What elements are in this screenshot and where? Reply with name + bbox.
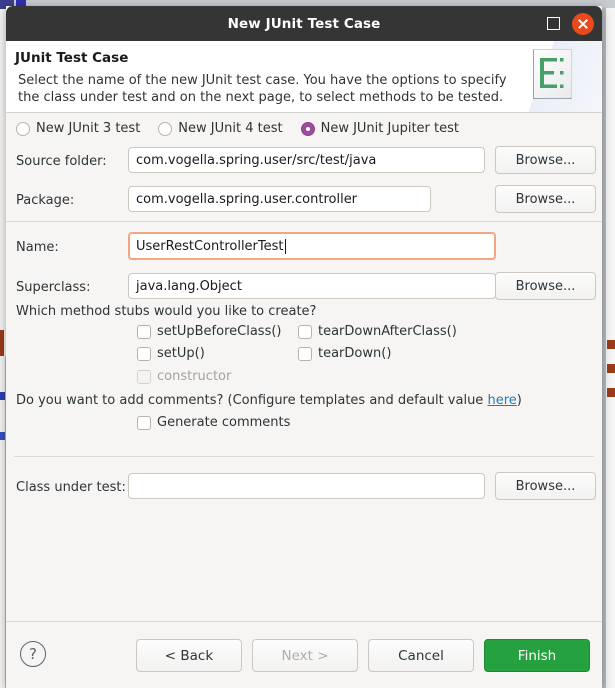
radio-junit-jupiter-indicator bbox=[300, 121, 315, 136]
radio-junit-jupiter[interactable]: New JUnit Jupiter test bbox=[300, 121, 459, 136]
source-folder-input[interactable]: com.vogella.spring.user/src/test/java bbox=[128, 147, 485, 173]
name-input-value: UserRestControllerTest bbox=[136, 238, 284, 254]
radio-junit4[interactable]: New JUnit 4 test bbox=[158, 121, 283, 136]
method-stubs-question: Which method stubs would you like to cre… bbox=[16, 304, 317, 319]
checkbox-generate-comments-box bbox=[137, 415, 151, 430]
dialog-titlebar: New JUnit Test Case bbox=[6, 6, 602, 41]
checkbox-teardownafterclass-box bbox=[298, 324, 312, 339]
cancel-button[interactable]: Cancel bbox=[368, 639, 474, 672]
separator-above-name bbox=[6, 221, 602, 222]
package-label: Package: bbox=[16, 193, 75, 208]
separator-above-class-under-test bbox=[14, 456, 594, 457]
checkbox-generate-comments-label: Generate comments bbox=[157, 415, 291, 430]
background-artifact-left-red bbox=[0, 330, 4, 356]
dialog-title: New JUnit Test Case bbox=[227, 15, 381, 32]
comments-question: Do you want to add comments? (Configure … bbox=[16, 393, 522, 408]
comments-configure-link[interactable]: here bbox=[487, 393, 516, 408]
package-browse-button[interactable]: Browse... bbox=[495, 185, 596, 213]
dialog-header: JUnit Test Case Select the name of the n… bbox=[6, 41, 602, 113]
dialog-footer: ? < Back Next > Cancel Finish bbox=[6, 621, 602, 688]
checkbox-teardown-label: tearDown() bbox=[318, 346, 392, 361]
help-question-icon[interactable]: ? bbox=[20, 641, 46, 667]
close-x-icon[interactable] bbox=[572, 12, 594, 35]
name-label: Name: bbox=[16, 240, 59, 255]
checkbox-constructor-label: constructor bbox=[157, 369, 232, 384]
page-title: JUnit Test Case bbox=[15, 50, 129, 66]
checkbox-teardown-box bbox=[298, 346, 312, 361]
back-button[interactable]: < Back bbox=[136, 639, 242, 672]
junit-test-case-icon bbox=[533, 49, 572, 99]
page-description: Select the name of the new JUnit test ca… bbox=[18, 73, 507, 105]
radio-junit3[interactable]: New JUnit 3 test bbox=[16, 121, 140, 136]
comments-question-prefix: Do you want to add comments? (Configure … bbox=[16, 393, 488, 408]
superclass-browse-button[interactable]: Browse... bbox=[495, 272, 596, 300]
checkbox-setup-label: setUp() bbox=[157, 346, 205, 361]
footer-buttons: < Back Next > Cancel Finish bbox=[136, 639, 590, 672]
checkbox-teardownafterclass-label: tearDownAfterClass() bbox=[318, 324, 457, 339]
checkbox-constructor-box bbox=[137, 369, 151, 384]
background-artifact-right-red-2 bbox=[607, 364, 615, 373]
background-artifact-right-gray bbox=[602, 8, 606, 688]
checkbox-generate-comments[interactable]: Generate comments bbox=[137, 415, 290, 430]
text-caret bbox=[284, 238, 286, 254]
radio-junit3-indicator bbox=[16, 121, 30, 136]
new-junit-test-case-dialog: New JUnit Test Case JUnit Test Case Sele… bbox=[6, 6, 602, 688]
checkbox-teardown[interactable]: tearDown() bbox=[298, 346, 391, 361]
test-kind-radio-group: New JUnit 3 test New JUnit 4 test New JU… bbox=[16, 121, 477, 136]
checkbox-setupbeforeclass-label: setUpBeforeClass() bbox=[157, 324, 282, 339]
background-artifact-right-red-3 bbox=[607, 388, 615, 397]
checkbox-setup-box bbox=[137, 346, 151, 361]
radio-junit4-indicator bbox=[158, 121, 173, 136]
checkbox-constructor: constructor bbox=[137, 369, 231, 384]
superclass-label: Superclass: bbox=[16, 280, 91, 295]
source-folder-label: Source folder: bbox=[16, 154, 107, 169]
background-artifact-left-blue-1 bbox=[0, 392, 5, 400]
class-under-test-input[interactable] bbox=[128, 473, 485, 499]
checkbox-setupbeforeclass-box bbox=[137, 324, 151, 339]
class-under-test-browse-button[interactable]: Browse... bbox=[495, 472, 596, 500]
source-folder-browse-button[interactable]: Browse... bbox=[495, 146, 596, 174]
name-input[interactable]: UserRestControllerTest bbox=[128, 232, 496, 260]
radio-junit-jupiter-label: New JUnit Jupiter test bbox=[320, 121, 459, 136]
radio-junit3-label: New JUnit 3 test bbox=[36, 121, 141, 136]
class-under-test-label: Class under test: bbox=[16, 480, 126, 495]
dialog-body: New JUnit 3 test New JUnit 4 test New JU… bbox=[6, 113, 602, 621]
maximize-square-icon[interactable] bbox=[547, 17, 560, 30]
checkbox-setupbeforeclass[interactable]: setUpBeforeClass() bbox=[137, 324, 281, 339]
superclass-input[interactable]: java.lang.Object bbox=[128, 273, 496, 299]
next-button: Next > bbox=[252, 639, 358, 672]
background-artifact-right-red-1 bbox=[607, 340, 615, 349]
comments-question-suffix: ) bbox=[516, 393, 522, 408]
background-artifact-left-blue-2 bbox=[0, 432, 5, 440]
titlebar-buttons bbox=[547, 6, 594, 41]
checkbox-teardownafterclass[interactable]: tearDownAfterClass() bbox=[298, 324, 457, 339]
checkbox-setup[interactable]: setUp() bbox=[137, 346, 205, 361]
radio-junit4-label: New JUnit 4 test bbox=[178, 121, 283, 136]
finish-button[interactable]: Finish bbox=[484, 639, 590, 672]
package-input[interactable]: com.vogella.spring.user.controller bbox=[128, 186, 431, 212]
